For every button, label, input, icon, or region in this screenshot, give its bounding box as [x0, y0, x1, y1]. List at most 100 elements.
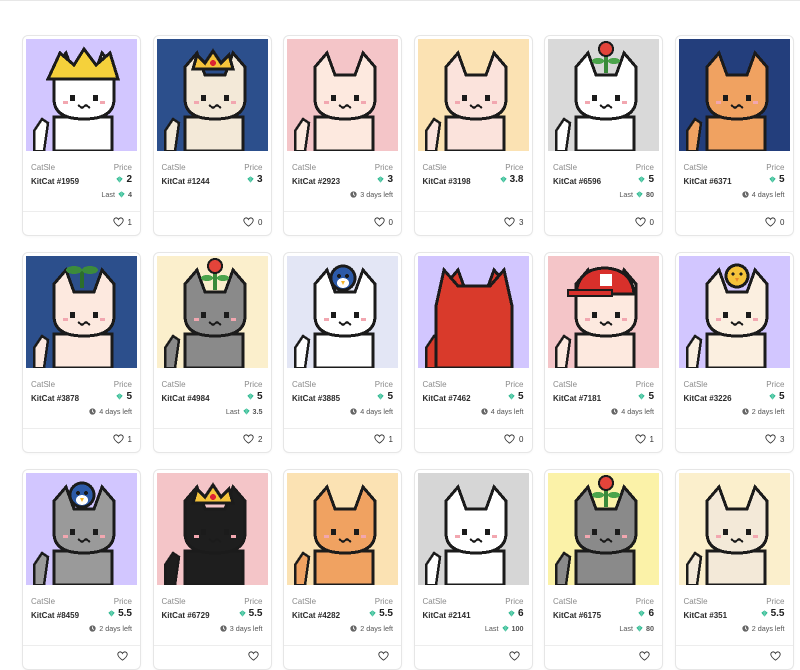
heart-icon	[769, 651, 781, 661]
gem-icon	[760, 610, 768, 617]
nft-card-0[interactable]: CatSle Price KitCat #1959 2 Last 4 1	[22, 35, 141, 236]
nft-artwork[interactable]	[156, 256, 268, 368]
nft-artwork[interactable]	[417, 256, 529, 368]
like-count: 1	[388, 434, 393, 444]
like-button[interactable]: 1	[112, 217, 132, 227]
like-button[interactable]: 1	[634, 434, 654, 444]
like-button[interactable]: 0	[504, 434, 524, 444]
card-info: CatSle Price KitCat #1244 3	[162, 162, 263, 212]
card-info: CatSle Price KitCat #7462 5 4 days left	[423, 379, 524, 429]
nft-artwork[interactable]	[678, 39, 790, 151]
nft-card-2[interactable]: CatSle Price KitCat #2923 3 3 days left …	[283, 35, 402, 236]
nft-artwork[interactable]	[548, 256, 659, 368]
heart-icon	[112, 217, 124, 227]
like-button[interactable]: 0	[634, 217, 654, 227]
last-label: Last	[101, 190, 115, 199]
nft-artwork[interactable]	[417, 39, 529, 151]
like-button[interactable]: 0	[243, 217, 263, 227]
card-info: CatSle Price KitCat #8459 5.5 2 days lef…	[31, 596, 132, 646]
price-label: Price	[374, 380, 393, 389]
gem-icon	[638, 393, 646, 400]
card-info: CatSle Price KitCat #6729 5.5 3 days lef…	[162, 596, 263, 646]
nft-artwork[interactable]	[417, 473, 529, 585]
like-button[interactable]	[378, 651, 393, 661]
nft-card-8[interactable]: CatSle Price KitCat #3885 5 4 days left …	[283, 252, 402, 453]
price-value: 5.5	[238, 608, 263, 619]
price-label: Price	[505, 163, 524, 172]
heart-icon	[117, 651, 128, 661]
nft-card-5[interactable]: CatSle Price KitCat #6371 5 4 days left …	[674, 35, 794, 236]
nft-card-1[interactable]: CatSle Price KitCat #1244 3 0	[152, 35, 272, 236]
nft-artwork[interactable]	[287, 39, 398, 151]
clock-icon	[89, 625, 96, 632]
card-subtext: 3 days left	[220, 624, 263, 633]
like-button[interactable]	[117, 651, 132, 661]
card-divider	[284, 211, 401, 212]
like-button[interactable]: 3	[504, 217, 524, 227]
like-count: 3	[519, 217, 524, 227]
price-value: 3	[377, 174, 393, 185]
card-info: CatSle Price KitCat #6371 5 4 days left	[684, 162, 785, 212]
nft-name: KitCat #1959	[31, 177, 80, 186]
price-number: 5	[387, 391, 393, 402]
card-divider	[545, 211, 662, 212]
clock-icon	[611, 408, 618, 415]
like-button[interactable]	[247, 651, 263, 661]
nft-artwork[interactable]	[287, 473, 398, 585]
like-button[interactable]: 0	[373, 217, 393, 227]
nft-card-12[interactable]: CatSle Price KitCat #8459 5.5 2 days lef…	[22, 469, 141, 670]
gem-icon	[247, 176, 254, 183]
nft-card-17[interactable]: CatSle Price KitCat #351 5.5 2 days left	[674, 469, 794, 670]
price-number: 5	[256, 391, 263, 402]
nft-artwork[interactable]	[156, 39, 268, 151]
nft-artwork[interactable]	[26, 473, 137, 585]
price-number: 6	[648, 608, 654, 619]
nft-artwork[interactable]	[548, 473, 659, 585]
like-button[interactable]: 0	[765, 217, 785, 227]
heart-icon	[634, 434, 646, 444]
nft-card-11[interactable]: CatSle Price KitCat #3226 5 2 days left …	[674, 252, 794, 453]
card-divider	[23, 428, 140, 429]
nft-card-14[interactable]: CatSle Price KitCat #4282 5.5 2 days lef…	[283, 469, 402, 670]
nft-card-16[interactable]: CatSle Price KitCat #6175 6 Last 80	[544, 469, 663, 670]
like-button[interactable]	[639, 651, 654, 661]
card-info: CatSle Price KitCat #351 5.5 2 days left	[684, 596, 785, 646]
nft-name: KitCat #351	[683, 611, 728, 620]
nft-name: KitCat #6371	[683, 177, 732, 186]
like-button[interactable]: 2	[243, 434, 263, 444]
price-label: Price	[635, 597, 654, 606]
time-left: 2 days left	[751, 624, 785, 633]
nft-card-15[interactable]: CatSle Price KitCat #2141 6 Last 100	[413, 469, 533, 670]
nft-artwork[interactable]	[287, 256, 398, 368]
like-button[interactable]	[769, 651, 785, 661]
like-button[interactable]	[508, 651, 524, 661]
nft-artwork[interactable]	[548, 39, 659, 151]
like-button[interactable]: 3	[765, 434, 785, 444]
nft-artwork[interactable]	[678, 473, 790, 585]
nft-card-7[interactable]: CatSle Price KitCat #4984 5 Last 3.5 2	[152, 252, 272, 453]
nft-card-6[interactable]: CatSle Price KitCat #3878 5 4 days left …	[22, 252, 141, 453]
nft-artwork[interactable]	[26, 256, 137, 368]
gem-icon	[247, 393, 254, 400]
price-value: 3	[247, 174, 263, 185]
nft-name: KitCat #3878	[31, 394, 80, 403]
price-number: 3	[387, 174, 393, 185]
clock-icon	[350, 625, 357, 632]
nft-card-3[interactable]: CatSle Price KitCat #3198 3.8 3	[413, 35, 533, 236]
nft-card-13[interactable]: CatSle Price KitCat #6729 5.5 3 days lef…	[152, 469, 272, 670]
time-left: 4 days left	[751, 190, 785, 199]
card-subtext: 4 days left	[89, 407, 132, 416]
collection-name: CatSle	[422, 163, 447, 172]
nft-card-10[interactable]: CatSle Price KitCat #7181 5 4 days left …	[544, 252, 663, 453]
like-button[interactable]: 1	[373, 434, 393, 444]
clock-icon	[220, 625, 227, 632]
nft-artwork[interactable]	[156, 473, 268, 585]
nft-card-4[interactable]: CatSle Price KitCat #6596 5 Last 80 0	[544, 35, 663, 236]
last-label: Last	[619, 190, 633, 199]
last-price: 3.5	[252, 407, 263, 416]
price-label: Price	[113, 380, 132, 389]
nft-artwork[interactable]	[26, 39, 137, 151]
nft-artwork[interactable]	[678, 256, 790, 368]
nft-card-9[interactable]: CatSle Price KitCat #7462 5 4 days left …	[413, 252, 533, 453]
like-button[interactable]: 1	[112, 434, 132, 444]
